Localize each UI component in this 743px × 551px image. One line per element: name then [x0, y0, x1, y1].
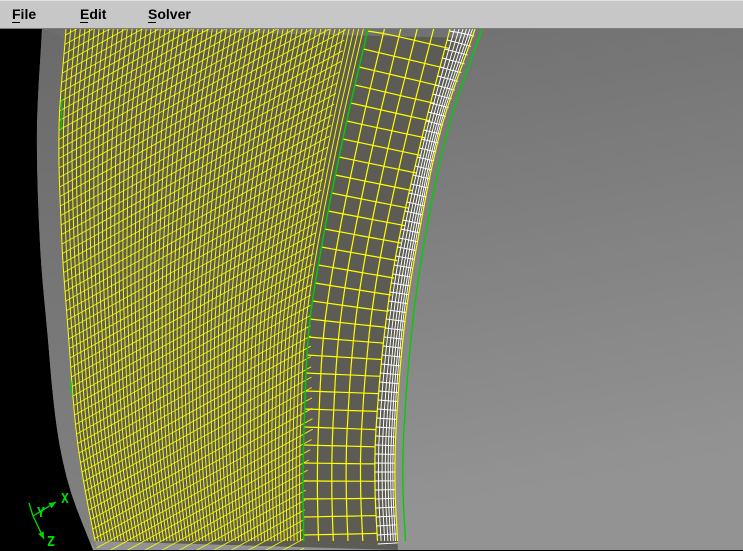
viewport: X Y Z	[0, 29, 743, 550]
menu-bar: File Edit Solver	[0, 0, 743, 29]
menu-file[interactable]: File	[12, 1, 80, 28]
axis-label-z: Z	[47, 535, 55, 550]
menu-solver[interactable]: Solver	[148, 1, 216, 28]
axis-label-x: X	[61, 492, 69, 507]
menu-edit[interactable]: Edit	[80, 1, 148, 28]
viewport-3d-canvas[interactable]: X Y Z	[0, 29, 743, 550]
